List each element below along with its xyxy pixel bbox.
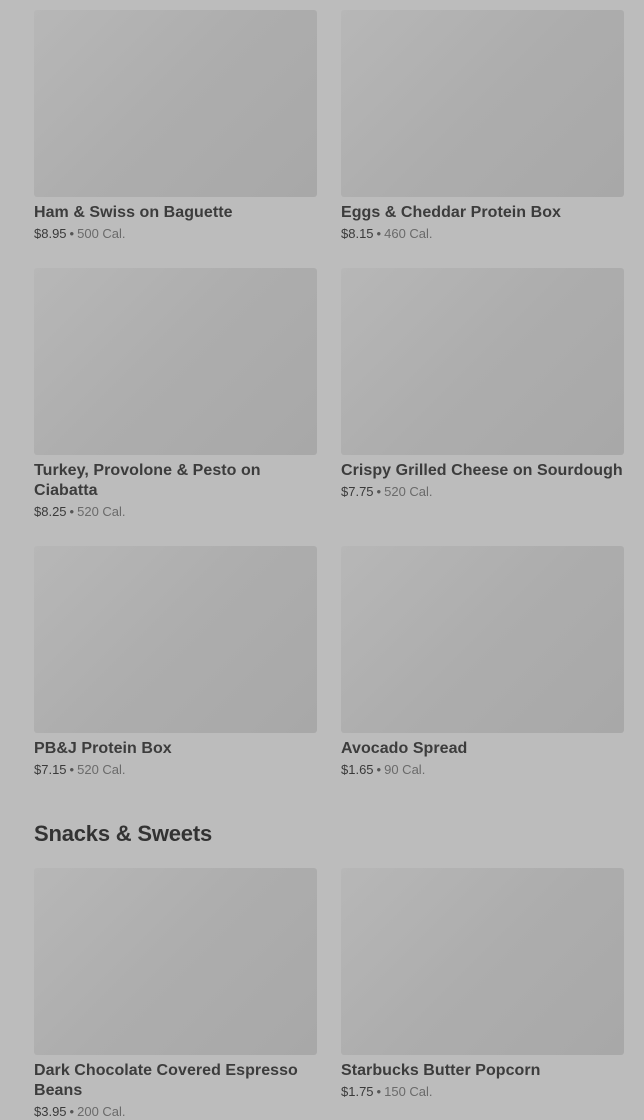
menu-item-price: $7.15	[34, 762, 67, 777]
menu-item-calories: 200 Cal.	[77, 1104, 126, 1119]
menu-item-card[interactable]: Turkey, Provolone & Pesto on Ciabatta $8…	[34, 268, 317, 526]
menu-item-price: $8.25	[34, 504, 67, 519]
menu-item-price: $8.95	[34, 226, 67, 241]
menu-item-image[interactable]	[34, 10, 317, 197]
menu-item-name: Dark Chocolate Covered Espresso Beans	[34, 1062, 298, 1099]
menu-item-meta: $7.15 • 520 Cal.	[34, 762, 317, 778]
menu-item-price: $3.95	[34, 1104, 67, 1119]
meta-separator: •	[376, 484, 382, 499]
snacks-grid: Dark Chocolate Covered Espresso Beans $3…	[34, 868, 624, 1120]
meta-separator: •	[69, 1104, 75, 1119]
menu-item-name: Starbucks Butter Popcorn	[341, 1062, 541, 1079]
menu-item-name: Crispy Grilled Cheese on Sourdough	[341, 462, 623, 479]
menu-item-meta: $8.15 • 460 Cal.	[341, 226, 624, 242]
menu-item-price: $7.75	[341, 484, 374, 499]
menu-item-meta: $1.75 • 150 Cal.	[341, 1084, 624, 1100]
menu-grid: Ham & Swiss on Baguette $8.95 • 500 Cal. E…	[34, 10, 624, 784]
menu-page: Ham & Swiss on Baguette $8.95 • 500 Cal. E…	[0, 0, 644, 1119]
menu-item-price: $1.65	[341, 762, 374, 777]
menu-item-card[interactable]: Eggs & Cheddar Protein Box $8.15 • 460 Cal…	[341, 10, 624, 248]
menu-item-meta: $3.95 • 200 Cal.	[34, 1104, 317, 1120]
menu-item-image[interactable]	[34, 268, 317, 455]
menu-item-name: Eggs & Cheddar Protein Box	[341, 204, 561, 221]
menu-item-image[interactable]	[341, 546, 624, 733]
meta-separator: •	[69, 226, 75, 241]
menu-item-name: Avocado Spread	[341, 740, 468, 757]
menu-item-card[interactable]: Crispy Grilled Cheese on Sourdough $7.75…	[341, 268, 624, 526]
menu-item-card[interactable]: Avocado Spread $1.65 • 90 Cal.	[341, 546, 624, 784]
menu-item-price: $8.15	[341, 226, 374, 241]
menu-item-meta: $8.25 • 520 Cal.	[34, 504, 317, 520]
menu-item-calories: 150 Cal.	[384, 1084, 433, 1099]
menu-item-image[interactable]	[34, 868, 317, 1055]
menu-item-name: Turkey, Provolone & Pesto on Ciabatta	[34, 462, 261, 499]
meta-separator: •	[376, 226, 382, 241]
meta-separator: •	[376, 762, 382, 777]
meta-separator: •	[69, 762, 75, 777]
menu-item-meta: $8.95 • 500 Cal.	[34, 226, 317, 242]
menu-item-image[interactable]	[341, 268, 624, 455]
menu-item-card[interactable]: PB&J Protein Box $7.15 • 520 Cal.	[34, 546, 317, 784]
menu-item-card[interactable]: Starbucks Butter Popcorn $1.75 • 150 Cal.	[341, 868, 624, 1120]
menu-item-calories: 520 Cal.	[384, 484, 433, 499]
menu-item-price: $1.75	[341, 1084, 374, 1099]
menu-item-image[interactable]	[341, 10, 624, 197]
menu-item-card[interactable]: Dark Chocolate Covered Espresso Beans $3…	[34, 868, 317, 1120]
menu-item-card[interactable]: Ham & Swiss on Baguette $8.95 • 500 Cal.	[34, 10, 317, 248]
meta-separator: •	[376, 1084, 382, 1099]
meta-separator: •	[69, 504, 75, 519]
menu-item-calories: 500 Cal.	[77, 226, 126, 241]
menu-item-image[interactable]	[341, 868, 624, 1055]
section-title-snacks-sweets: Snacks & Sweets	[34, 821, 212, 846]
menu-item-meta: $7.75 • 520 Cal.	[341, 484, 624, 500]
menu-item-meta: $1.65 • 90 Cal.	[341, 762, 624, 778]
menu-item-calories: 520 Cal.	[77, 504, 126, 519]
menu-item-calories: 90 Cal.	[384, 762, 426, 777]
menu-item-calories: 460 Cal.	[384, 226, 433, 241]
menu-item-name: PB&J Protein Box	[34, 740, 172, 757]
menu-item-image[interactable]	[34, 546, 317, 733]
menu-item-calories: 520 Cal.	[77, 762, 126, 777]
menu-item-name: Ham & Swiss on Baguette	[34, 204, 233, 221]
